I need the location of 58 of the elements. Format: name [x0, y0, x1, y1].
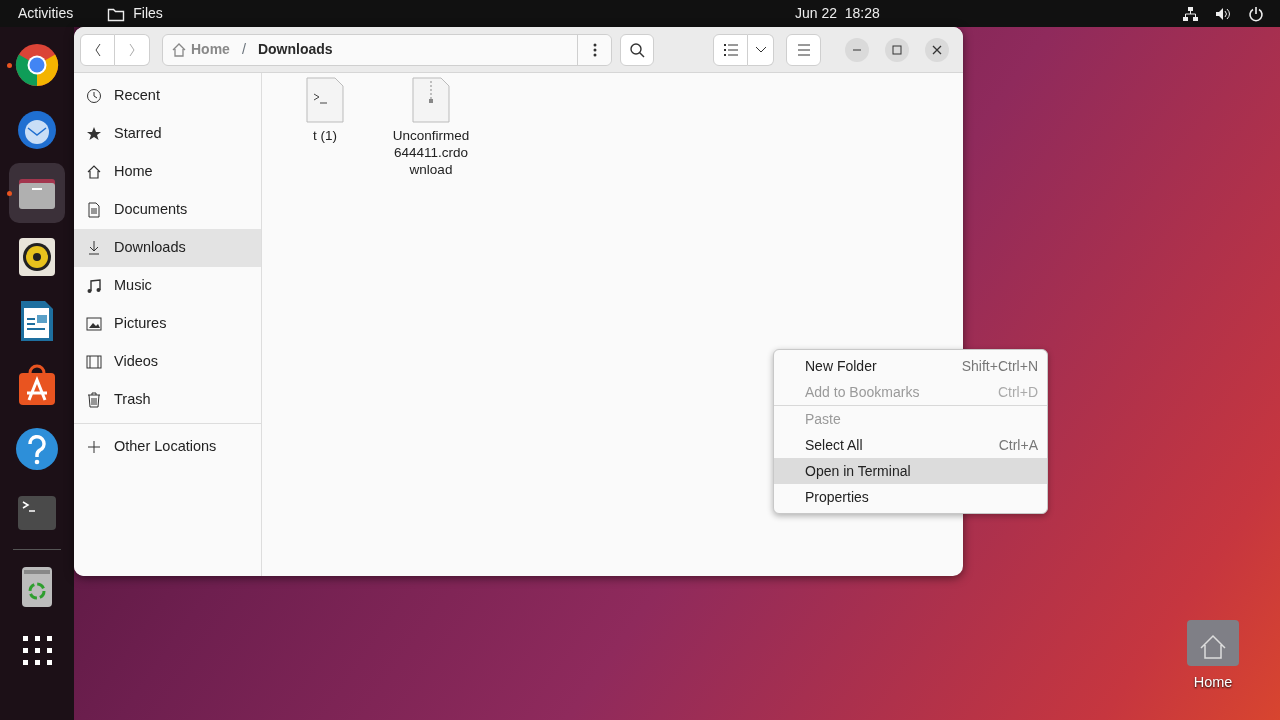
desktop-icon[interactable]: Home [1180, 618, 1246, 694]
menu-item[interactable]: Properties [774, 484, 1047, 510]
list-view-button[interactable] [713, 33, 748, 66]
close-button[interactable] [925, 37, 949, 62]
vertical-dots-icon [592, 42, 597, 57]
picture-icon [86, 316, 102, 332]
sidebar-item[interactable]: Documents [74, 191, 261, 229]
script-file-icon [306, 77, 344, 123]
menu-item[interactable]: Open in Terminal [774, 458, 1047, 484]
document-icon [86, 202, 102, 218]
sidebar-item[interactable]: Trash [74, 381, 261, 419]
path-segment[interactable]: Downloads [257, 39, 333, 60]
home-icon [171, 41, 187, 58]
minimize-icon [852, 48, 862, 51]
sidebar-item[interactable]: Starred [74, 115, 261, 153]
maximize-button[interactable] [885, 37, 909, 62]
running-dot [7, 191, 12, 196]
dock-item[interactable] [9, 163, 65, 223]
browser-icon [15, 43, 59, 87]
activities-button[interactable]: Activities [0, 3, 92, 24]
maximize-icon [892, 44, 902, 55]
menu-item[interactable]: New Folder Shift+Ctrl+N [774, 353, 1047, 379]
path-separator: / [241, 39, 246, 59]
home-folder-icon [1185, 618, 1241, 668]
sidebar-item[interactable]: Downloads [74, 229, 261, 267]
menu-icon [796, 43, 811, 56]
power-icon[interactable] [1248, 5, 1264, 22]
search-button[interactable] [620, 33, 654, 66]
list-icon [723, 43, 738, 56]
chevron-down-icon [753, 44, 768, 55]
minimize-button[interactable] [845, 37, 869, 62]
app-menu[interactable]: Files [107, 3, 163, 24]
file-item[interactable]: Unconfirmed 644411.crdownload [390, 77, 472, 178]
star-icon [86, 126, 102, 142]
plus-icon [86, 439, 102, 455]
file-item[interactable]: t (1) [284, 77, 366, 144]
clock-icon [86, 88, 102, 104]
sidebar-item[interactable]: Music [74, 267, 261, 305]
chevron-right-icon [127, 41, 137, 58]
clock[interactable]: Jun 22 18:28 [464, 3, 880, 24]
download-icon [86, 240, 102, 256]
network-icon[interactable] [1182, 5, 1198, 22]
close-icon [932, 44, 942, 55]
film-icon [86, 354, 102, 370]
running-dot [7, 63, 12, 68]
help-icon [15, 427, 59, 471]
sidebar-item[interactable]: Other Locations [74, 428, 261, 466]
trash-icon [86, 392, 102, 408]
sidebar-item[interactable]: Recent [74, 77, 261, 115]
menu-button[interactable] [786, 33, 821, 66]
archive-file-icon [412, 77, 450, 123]
sidebar-item[interactable]: Videos [74, 343, 261, 381]
search-icon [629, 41, 645, 58]
music-note-icon [86, 278, 102, 294]
menu-item[interactable]: Select All Ctrl+A [774, 432, 1047, 458]
home-icon [86, 164, 102, 180]
sidebar-item[interactable]: Pictures [74, 305, 261, 343]
sidebar-item[interactable]: Home [74, 153, 261, 191]
